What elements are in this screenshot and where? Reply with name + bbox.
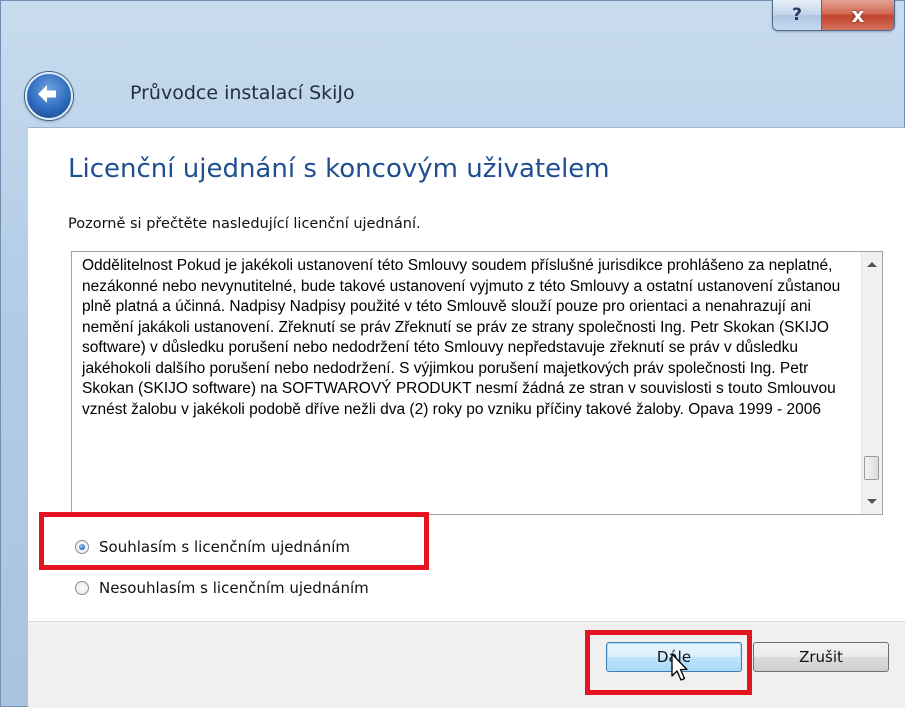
disagree-option[interactable]: Nesouhlasím s licenčním ujednáním xyxy=(75,579,369,597)
next-highlight-box xyxy=(585,630,752,695)
back-arrow-icon xyxy=(38,85,56,103)
disagree-radio[interactable] xyxy=(75,581,89,595)
caption-buttons: ? x xyxy=(772,0,895,31)
scroll-down-arrow-icon[interactable] xyxy=(867,499,877,504)
license-text: Oddělitelnost Pokud je jakékoli ustanove… xyxy=(82,257,841,418)
back-button[interactable] xyxy=(25,72,73,120)
footer-bar: Dále Zrušit xyxy=(28,621,905,708)
license-textbox[interactable]: Oddělitelnost Pokud je jakékoli ustanove… xyxy=(71,251,883,515)
scroll-up-arrow-icon[interactable] xyxy=(867,262,877,267)
page-heading: Licenční ujednání s koncovým uživatelem xyxy=(68,154,610,184)
agree-highlight-box xyxy=(39,512,429,570)
wizard-title: Průvodce instalací SkiJo xyxy=(130,82,355,104)
license-scrollbar[interactable] xyxy=(861,252,882,514)
disagree-label: Nesouhlasím s licenčním ujednáním xyxy=(99,579,369,597)
close-button[interactable]: x xyxy=(822,0,894,30)
help-button[interactable]: ? xyxy=(773,0,822,30)
instruction-text: Pozorně si přečtěte nasledující licenční… xyxy=(68,216,421,232)
cancel-button[interactable]: Zrušit xyxy=(753,642,889,672)
scroll-thumb[interactable] xyxy=(864,456,879,480)
mouse-cursor-icon xyxy=(671,653,688,681)
